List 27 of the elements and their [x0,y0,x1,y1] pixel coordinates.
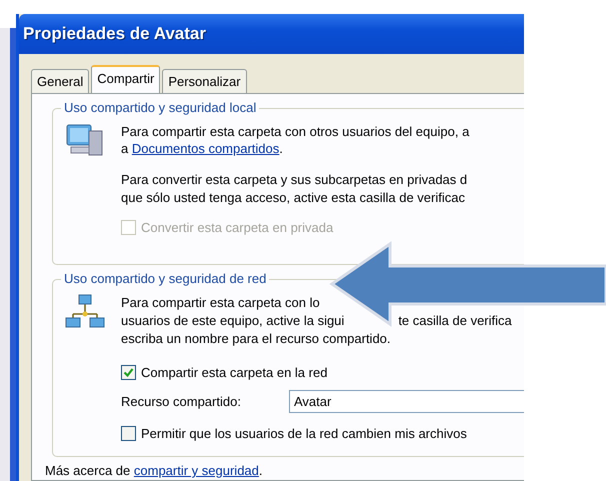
checkbox[interactable] [121,364,136,380]
computer-icon [65,123,105,157]
description-text: escriba un nombre para el recurso compartido. [121,330,391,348]
network-icon [65,294,105,328]
checkbox-label: Convertir esta carpeta en privada [141,220,334,234]
punctuation-text: . [279,141,283,156]
description-text: usuarios de este equipo, active la sigui [121,312,344,330]
sharing-security-link[interactable]: compartir y seguridad [134,463,259,478]
window-title: Propiedades de Avatar [23,24,206,44]
footer-text: Más acerca de [45,463,130,478]
tab[interactable]: General [31,69,90,93]
description-text: Para compartir esta carpeta con otros usuarios del equipo, a [121,123,470,140]
punctuation-text: . [258,463,263,478]
group-title: Uso compartido y seguridad de red [61,271,270,286]
tab[interactable]: Personalizar [162,69,247,93]
checkbox[interactable] [121,426,136,440]
share-name-field[interactable]: Avatar [289,390,524,413]
description-text: te casilla de verifica [398,312,512,330]
documents-link[interactable]: Documentos compartidos [132,141,280,156]
checkbox-label: Compartir esta carpeta en la red [141,364,328,380]
checkbox-label: Permitir que los usuarios de la red cambien mis archivos [141,426,467,440]
description-text: Para convertir esta carpeta y sus subcarpetas en privadas d que sólo usted tenga acceso, active esta casilla de verificac [121,171,468,207]
group-title: Uso compartido y seguridad local [61,100,260,115]
tab[interactable]: Compartir [91,65,160,93]
description-text: Para compartir esta carpeta con lo [121,294,320,312]
field-label: Recurso compartido: [121,394,242,409]
description-text: a [121,141,128,156]
